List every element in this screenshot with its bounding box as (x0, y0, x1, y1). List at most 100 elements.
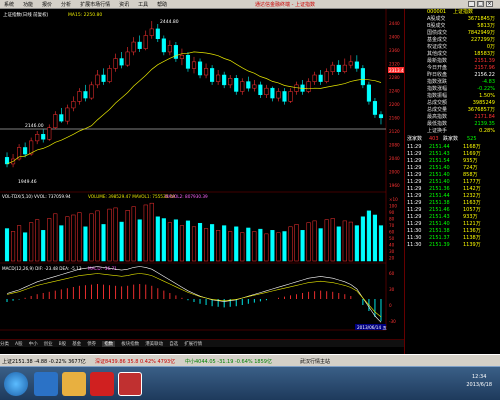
quote-header: 000001 上证指数 (405, 9, 500, 16)
candle-body (228, 78, 233, 86)
candle-body (35, 134, 40, 142)
menu-item-help[interactable]: 帮助 (157, 1, 167, 8)
close-icon[interactable]: × (486, 1, 493, 7)
price-tick: 2320 (389, 62, 400, 67)
tick-price: 2151.46 (429, 207, 450, 213)
volume-bar (324, 219, 329, 262)
tick-vol: 933万 (463, 214, 478, 220)
candle-body (4, 157, 10, 165)
menu-item-function[interactable]: 功能 (23, 1, 33, 8)
candle-body (95, 74, 100, 86)
folder-icon[interactable] (62, 372, 86, 396)
macd-tick: 30 (389, 287, 395, 292)
volume-bar (137, 219, 142, 262)
kline-chart[interactable]: 上证指数(日线 前复权) MA15: 2250.80 2444.80 2146.… (0, 9, 404, 354)
quote-label: 总成交量 (427, 107, 448, 113)
tick-scroll-bar[interactable] (405, 267, 500, 279)
last-price-tag: 2313.4 (389, 68, 404, 73)
tdx-app-icon[interactable] (118, 372, 142, 396)
chart-area[interactable]: 上证指数(日线 前复权) MA15: 2250.80 2444.80 2146.… (0, 9, 404, 354)
menu-item-extended-market[interactable]: 扩展市场行情 (80, 1, 110, 8)
candle-body (131, 41, 136, 53)
tab-b-share[interactable]: B股 (59, 341, 67, 347)
tick-vol: 1177万 (463, 179, 481, 185)
volume-bar (336, 226, 341, 262)
tick-price: 2151.44 (429, 193, 450, 199)
quote-value: 5813万 (477, 23, 495, 29)
tick-time: 11:29 (407, 165, 422, 171)
tab-category[interactable]: 分类 (0, 341, 9, 347)
candle-body (312, 74, 317, 82)
tab-sme[interactable]: 中小 (29, 341, 38, 347)
media-icon[interactable] (90, 372, 114, 396)
price-tick: 2360 (389, 48, 400, 53)
tick-time: 11:29 (407, 144, 422, 150)
tick-vol: 1057万 (463, 207, 481, 213)
volume-bar (234, 226, 239, 262)
volume-bar (113, 207, 118, 262)
candle-body (234, 78, 239, 92)
quote-value: 3671845万 (467, 16, 495, 22)
candle-body (354, 61, 359, 69)
tick-time: 11:29 (407, 179, 422, 185)
candle-body (282, 91, 287, 102)
tick-price: 2151.54 (429, 158, 450, 164)
menu-item-analysis[interactable]: 分析 (61, 1, 71, 8)
candle-body (17, 147, 22, 160)
menu-item-news[interactable]: 资讯 (119, 1, 129, 8)
status-zxb: 中小4044.05 -31.19 -0.64% 1859亿 (185, 359, 272, 365)
candle-body (306, 81, 311, 92)
quote-row: 今日开盘 2157.96 (405, 65, 500, 72)
volume-bar (216, 230, 221, 262)
quote-row: 指数振幅 1.50% (405, 93, 500, 100)
volume-bar (294, 224, 299, 262)
tab-fund[interactable]: 基金 (72, 341, 81, 347)
tick-row: 11:29 2151.43 1169万 (405, 151, 500, 158)
candle-body (378, 114, 384, 119)
tab-a-share[interactable]: A股 (15, 341, 23, 347)
macd-tick: 0 (389, 303, 392, 308)
candle-body (137, 41, 142, 49)
tick-price: 2151.43 (429, 151, 450, 157)
menu-item-system[interactable]: 系统 (4, 1, 14, 8)
quote-row: A股成交 3671845万 (405, 16, 500, 23)
candle-body (318, 74, 323, 82)
tab-index[interactable]: 指数 (102, 340, 116, 347)
candle-body (77, 91, 82, 102)
candle-body (336, 64, 341, 72)
candle-body (65, 107, 70, 122)
tab-extended[interactable]: 扩展行情 (184, 341, 202, 347)
minimize-icon[interactable]: _ (468, 1, 475, 7)
quote-value: 2157.96 (474, 65, 495, 71)
tab-watchlist[interactable]: 自选 (169, 341, 178, 347)
quote-row: 指数涨跌 -4.83 (405, 79, 500, 86)
volume-bar (366, 210, 371, 262)
candle-body (216, 74, 221, 82)
price-tick: 2160 (389, 116, 400, 121)
volume-bar (318, 228, 323, 262)
tab-hk-us[interactable]: 港美联动 (145, 341, 163, 347)
tick-vol: 1169万 (463, 151, 481, 157)
quote-row: 其他成交 18583万 (405, 51, 500, 58)
candle-body (191, 61, 197, 69)
volume-bar (53, 213, 58, 262)
status-sz: 深证8439.86 35.8 0.42% 4793亿 (95, 359, 176, 365)
tab-sector-index[interactable]: 板块指数 (121, 341, 139, 347)
quote-panel: 000001 上证指数 A股成交 3671845万 B股成交 5813万 国债成交 784… (404, 9, 500, 354)
tab-bond[interactable]: 债券 (87, 341, 96, 347)
candle-body (71, 101, 76, 109)
candle-body (89, 84, 94, 99)
vol-tick: 80 (389, 217, 395, 222)
price-tick: 2040 (389, 156, 400, 161)
candle-body (83, 91, 88, 99)
candle-body (372, 101, 378, 115)
menu-item-quote[interactable]: 报价 (42, 1, 52, 8)
volume-bar (119, 221, 124, 262)
maximize-icon[interactable]: □ (477, 1, 484, 7)
tick-time: 11:30 (407, 235, 422, 241)
volume-bar (330, 218, 335, 262)
start-button[interactable] (4, 372, 28, 396)
tab-chinext[interactable]: 创业 (44, 341, 53, 347)
ie-icon[interactable] (34, 372, 58, 396)
menu-item-tools[interactable]: 工具 (138, 1, 148, 8)
